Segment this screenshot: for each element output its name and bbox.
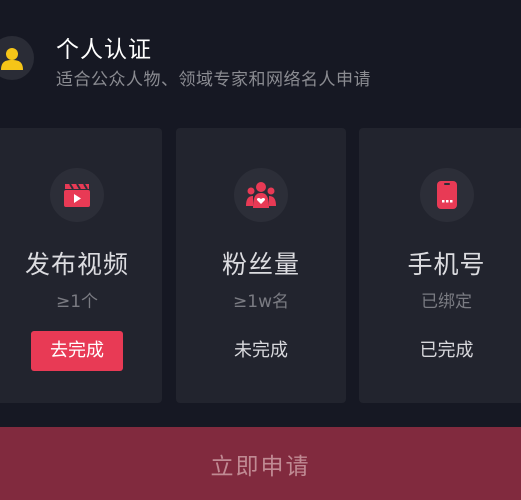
card-phone: 手机号 已绑定 已完成 [359,128,521,403]
card-title: 粉丝量 [221,250,300,279]
go-complete-button[interactable]: 去完成 [31,331,123,371]
apply-now-button[interactable]: 立即申请 [0,427,521,500]
video-clapper-icon [50,168,104,222]
fans-icon [234,168,288,222]
card-fans: 粉丝量 ≥1w名 未完成 [176,128,346,403]
requirement-cards: 发布视频 ≥1个 去完成 粉丝量 ≥1w名 未完成 手机号 已绑定 已完成 [0,128,521,403]
page-title: 个人认证 [56,37,152,63]
page-subtitle: 适合公众人物、领域专家和网络名人申请 [56,70,371,90]
header: 个人认证 适合公众人物、领域专家和网络名人申请 [0,0,521,110]
card-publish-video: 发布视频 ≥1个 去完成 [0,128,162,403]
card-title: 手机号 [407,250,486,279]
status-complete: 已完成 [419,340,474,361]
person-icon [0,36,34,80]
card-requirement: ≥1w名 [233,292,289,312]
card-requirement: ≥1个 [55,292,99,312]
phone-icon [419,168,474,222]
card-title: 发布视频 [24,250,129,279]
status-incomplete: 未完成 [234,340,288,361]
card-requirement: 已绑定 [421,292,472,312]
